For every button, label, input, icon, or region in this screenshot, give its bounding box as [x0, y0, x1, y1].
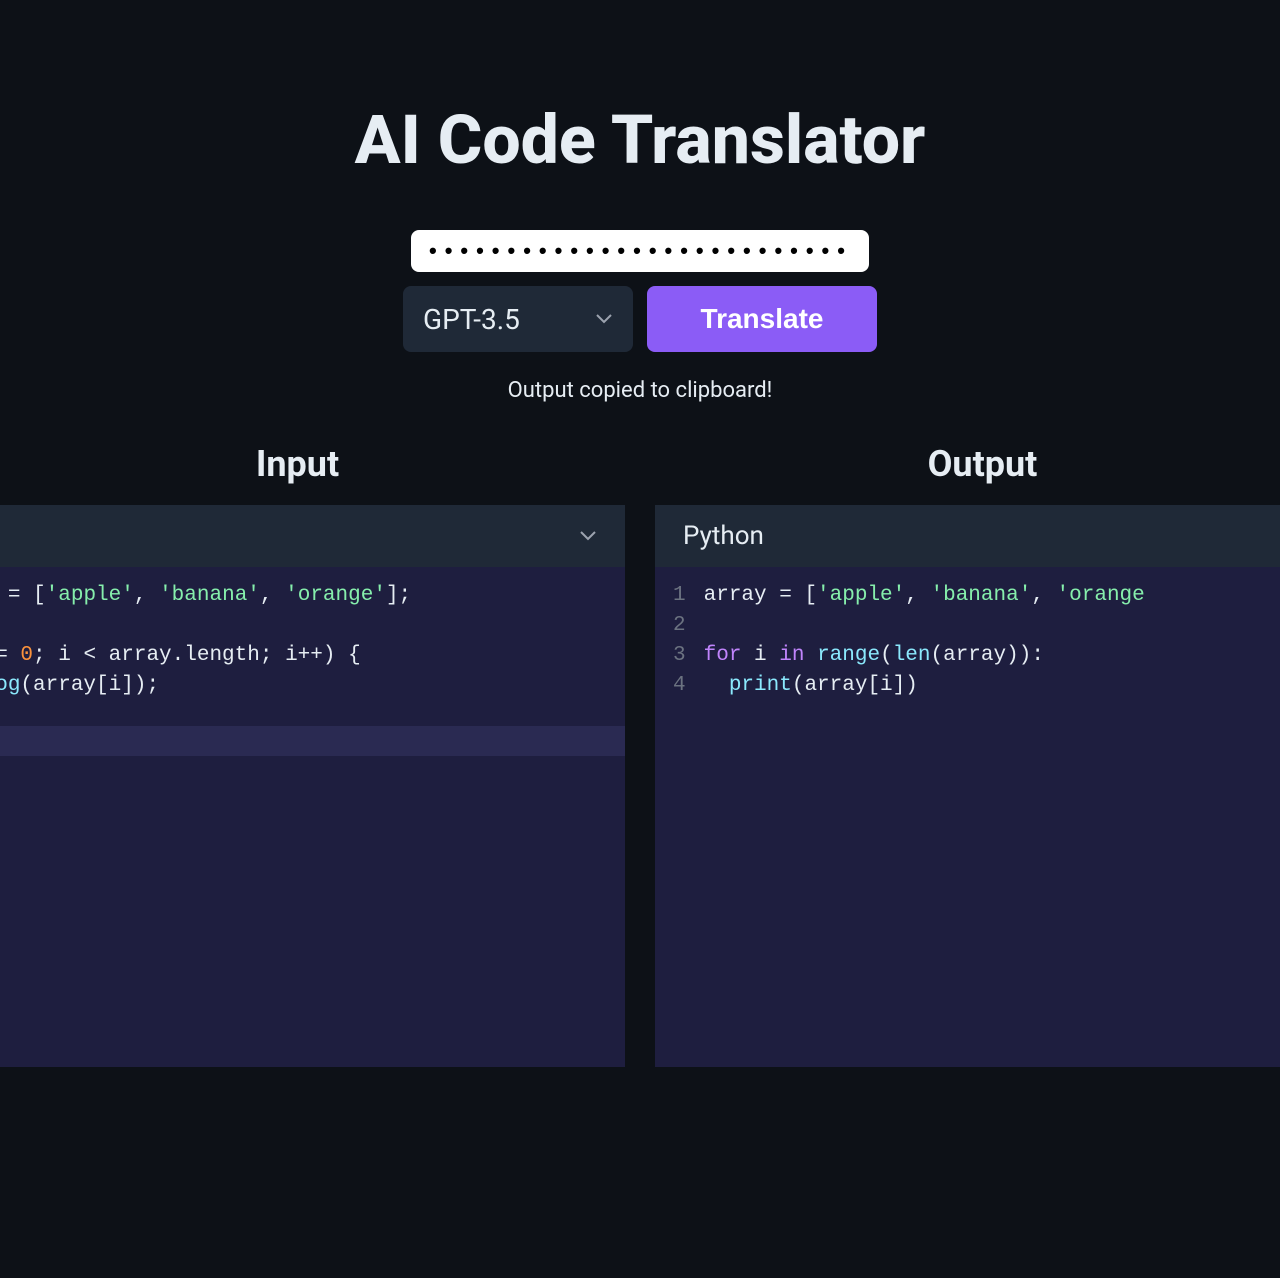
- model-select-label: GPT-3.5: [423, 303, 520, 336]
- input-language-select[interactable]: [0, 505, 625, 567]
- output-language-select[interactable]: Python: [655, 505, 1280, 567]
- chevron-down-icon: [579, 527, 597, 545]
- code-content: array = ['apple', 'banana', 'orange for …: [704, 581, 1280, 701]
- line-numbers: 1234: [655, 581, 704, 701]
- page-title: AI Code Translator: [355, 100, 926, 180]
- output-panel: Output Python 1234 array = ['apple', 'ba…: [655, 443, 1280, 1067]
- code-content: ay = ['apple', 'banana', 'orange']; i = …: [0, 581, 625, 701]
- input-panel-label: Input: [0, 443, 625, 485]
- status-message: Output copied to clipboard!: [508, 378, 773, 403]
- model-select[interactable]: GPT-3.5: [403, 286, 633, 352]
- input-panel: Input ay = ['apple', 'banana', 'orange']…: [0, 443, 625, 1067]
- output-panel-label: Output: [655, 443, 1280, 485]
- output-language-label: Python: [683, 521, 764, 551]
- api-key-input[interactable]: [411, 230, 869, 272]
- output-code-editor[interactable]: 1234 array = ['apple', 'banana', 'orange…: [655, 567, 1280, 1067]
- chevron-down-icon: [595, 310, 613, 328]
- input-code-editor[interactable]: ay = ['apple', 'banana', 'orange']; i = …: [0, 567, 625, 1067]
- translate-button[interactable]: Translate: [647, 286, 877, 352]
